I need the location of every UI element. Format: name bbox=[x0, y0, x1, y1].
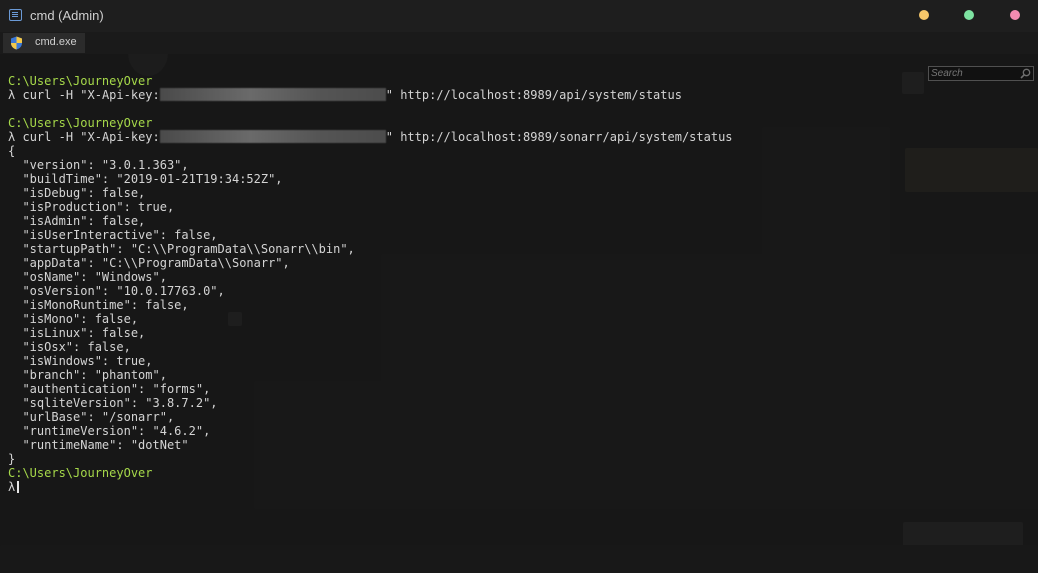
json-line: "isMono": false, bbox=[8, 312, 139, 326]
command-line: λ curl -H "X-Api-key: " http://localhost:… bbox=[8, 130, 733, 144]
json-line: "buildTime": "2019-01-21T19:34:52Z", bbox=[8, 172, 283, 186]
json-line: { bbox=[8, 144, 16, 158]
command-text: curl -H "X-Api-key: bbox=[22, 88, 160, 102]
title-bar[interactable]: cmd (Admin) bbox=[0, 0, 1038, 32]
prompt-symbol: λ bbox=[8, 480, 16, 494]
json-line: "startupPath": "C:\\ProgramData\\Sonarr\… bbox=[8, 242, 355, 256]
maximize-button[interactable] bbox=[964, 10, 974, 20]
tab-cmd[interactable]: cmd.exe bbox=[3, 33, 85, 53]
redacted-api-key bbox=[159, 130, 386, 143]
close-button[interactable] bbox=[1010, 10, 1020, 20]
text-cursor bbox=[17, 481, 20, 493]
console-lines: C:\Users\JourneyOver λ curl -H "X-Api-ke… bbox=[8, 74, 733, 494]
uac-shield-icon bbox=[11, 36, 22, 50]
minimize-button[interactable] bbox=[919, 10, 929, 20]
command-line: λ curl -H "X-Api-key: " http://localhost:… bbox=[8, 88, 733, 102]
json-line: "runtimeVersion": "4.6.2", bbox=[8, 424, 211, 438]
json-line: "isDebug": false, bbox=[8, 186, 146, 200]
console-app-icon bbox=[9, 9, 22, 21]
json-line: "isAdmin": false, bbox=[8, 214, 146, 228]
json-line: "osName": "Windows", bbox=[8, 270, 167, 284]
json-line: "osVersion": "10.0.17763.0", bbox=[8, 284, 225, 298]
json-line: "isProduction": true, bbox=[8, 200, 175, 214]
json-line: "appData": "C:\\ProgramData\\Sonarr", bbox=[8, 256, 290, 270]
command-text: curl -H "X-Api-key: bbox=[22, 130, 160, 144]
json-line: "isOsx": false, bbox=[8, 340, 131, 354]
json-line: "isUserInteractive": false, bbox=[8, 228, 218, 242]
prompt-path: C:\Users\JourneyOver bbox=[8, 74, 153, 88]
tab-label: cmd.exe bbox=[35, 36, 77, 48]
json-line: "runtimeName": "dotNet" bbox=[8, 438, 189, 452]
json-line: "branch": "phantom", bbox=[8, 368, 167, 382]
command-text: " http://localhost:8989/sonarr/api/syste… bbox=[385, 130, 733, 144]
redacted-api-key bbox=[159, 88, 386, 101]
prompt-path: C:\Users\JourneyOver bbox=[8, 466, 153, 480]
command-text: " http://localhost:8989/api/system/statu… bbox=[385, 88, 682, 102]
window-title: cmd (Admin) bbox=[30, 8, 104, 23]
prompt-symbol: λ bbox=[8, 130, 16, 144]
json-line: "authentication": "forms", bbox=[8, 382, 211, 396]
json-line: "isWindows": true, bbox=[8, 354, 153, 368]
json-line: } bbox=[8, 452, 16, 466]
prompt-path: C:\Users\JourneyOver bbox=[8, 116, 153, 130]
json-line: "version": "3.0.1.363", bbox=[8, 158, 189, 172]
current-prompt-line[interactable]: λ bbox=[8, 480, 733, 494]
json-line: "sqliteVersion": "3.8.7.2", bbox=[8, 396, 218, 410]
tab-bar: cmd.exe bbox=[0, 32, 1038, 81]
console-output[interactable]: C:\Users\JourneyOver λ curl -H "X-Api-ke… bbox=[0, 54, 1038, 573]
prompt-symbol: λ bbox=[8, 88, 16, 102]
json-line: "urlBase": "/sonarr", bbox=[8, 410, 175, 424]
json-line: "isLinux": false, bbox=[8, 326, 146, 340]
json-line: "isMonoRuntime": false, bbox=[8, 298, 189, 312]
